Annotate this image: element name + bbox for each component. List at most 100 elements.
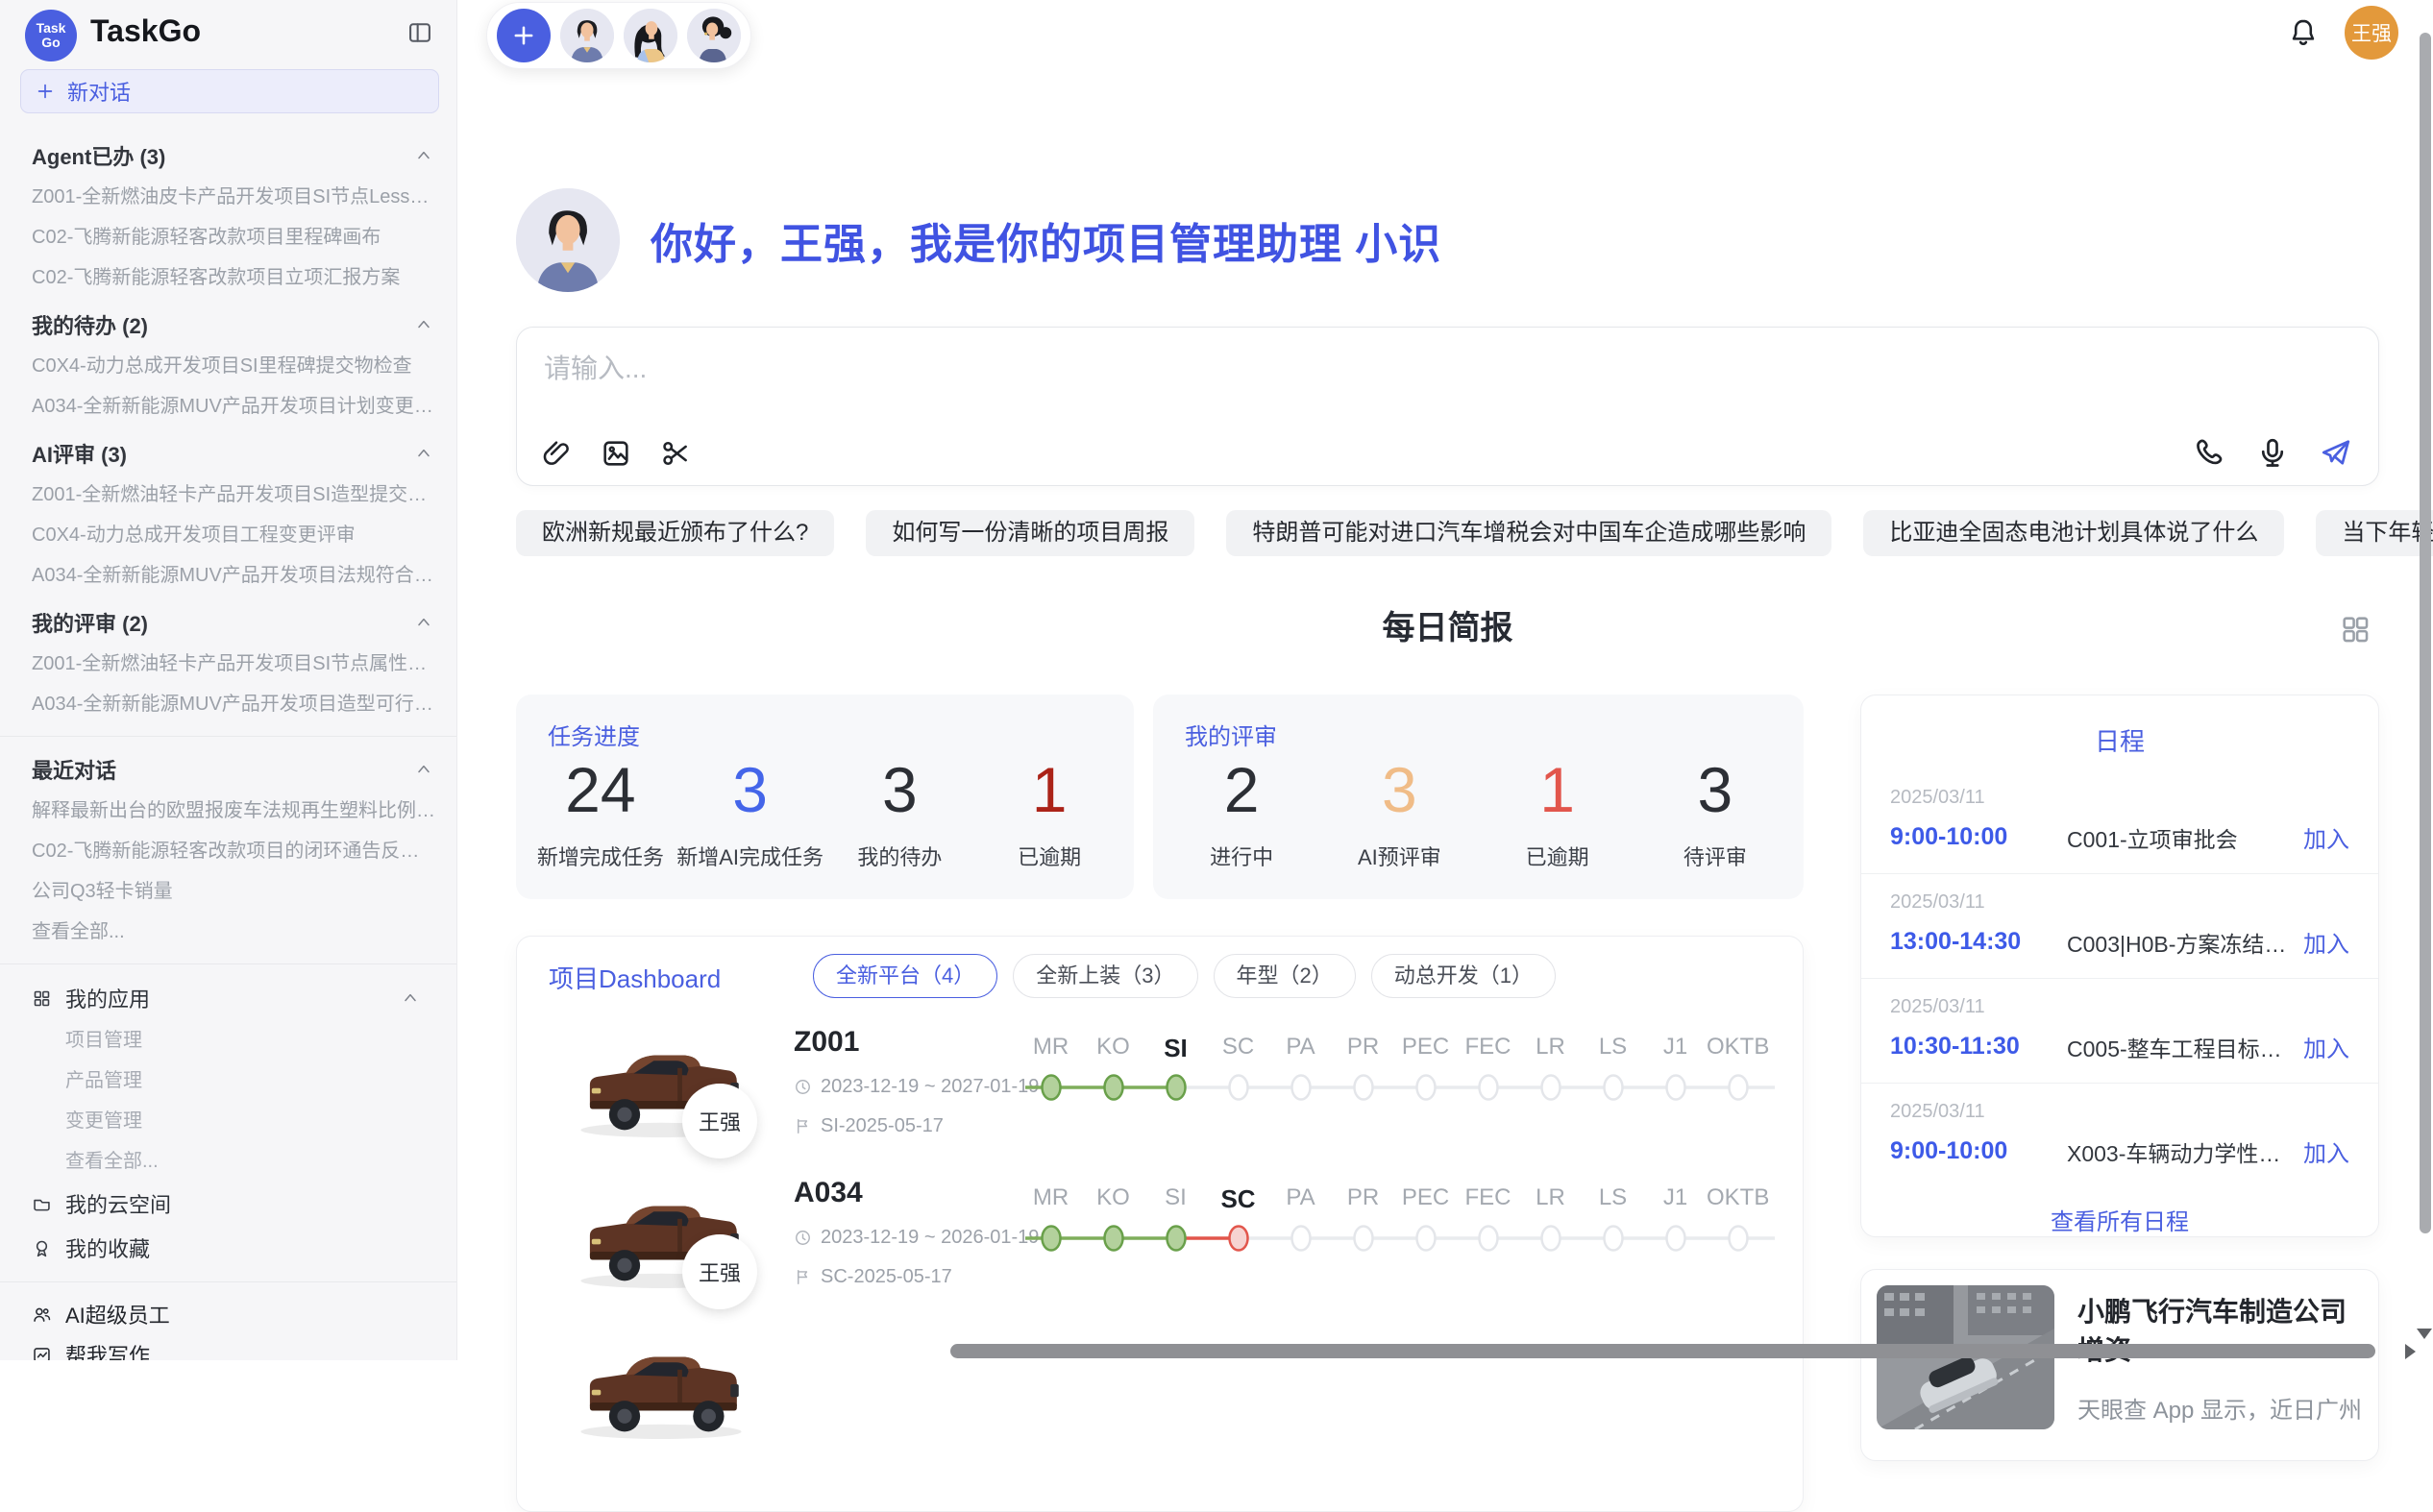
stat-label: 已逾期 [974, 841, 1124, 871]
daily-brief-title: 每日简报 [516, 603, 2379, 653]
join-meeting-link[interactable]: 加入 [2303, 925, 2349, 959]
section-header[interactable]: 我的待办 (2) [0, 304, 456, 346]
agent-avatar-1[interactable] [560, 9, 614, 62]
chevron-up-icon[interactable] [414, 613, 433, 632]
join-meeting-link[interactable]: 加入 [2303, 820, 2349, 854]
send-icon[interactable] [2319, 435, 2353, 470]
stat-label: 进行中 [1163, 841, 1320, 871]
scissors-icon[interactable] [659, 437, 692, 470]
notification-bell-icon[interactable] [2287, 16, 2320, 49]
my-cloud-item[interactable]: 我的云空间 [0, 1182, 456, 1226]
suggestion-chip[interactable]: 特朗普可能对进口汽车增税会对中国车企造成哪些影响 [1226, 510, 1831, 556]
truck-image [570, 1329, 752, 1454]
section-header[interactable]: Agent已办 (3) [0, 134, 456, 177]
stat-cell: 3我的待办 [825, 754, 975, 899]
chevron-up-icon[interactable] [414, 444, 433, 463]
suggestion-chip[interactable]: 如何写一份清晰的项目周报 [866, 510, 1194, 556]
sidebar-task-item[interactable]: Z001-全新燃油皮卡产品开发项目SI节点Lesson Learn报告 [0, 177, 456, 217]
project-flag-text: SI-2025-05-17 [821, 1115, 944, 1137]
recent-chats-header[interactable]: 最近对话 [0, 748, 456, 791]
phone-call-icon[interactable] [2192, 435, 2226, 470]
view-all-schedule-link[interactable]: 查看所有日程 [1861, 1203, 2378, 1236]
section-header[interactable]: 我的评审 (2) [0, 601, 456, 644]
sidebar-task-item[interactable]: Z001-全新燃油轻卡产品开发项目SI节点属性5D文件评审 [0, 644, 456, 684]
sidebar-task-item[interactable]: C02-飞腾新能源轻客改款项目立项汇报方案 [0, 257, 456, 298]
suggestion-chip[interactable]: 比亚迪全固态电池计划具体说了什么 [1863, 510, 2284, 556]
user-avatar[interactable]: 王强 [2345, 6, 2398, 60]
dashboard-tab[interactable]: 全新平台（4） [813, 954, 997, 998]
horizontal-scrollbar-thumb[interactable] [950, 1344, 2375, 1358]
milestone-label-PA: PA [1269, 1184, 1332, 1214]
stat-grid: 24新增完成任务3新增AI完成任务3我的待办1已逾期 [526, 754, 1124, 899]
milestone-label-PA: PA [1269, 1034, 1332, 1063]
chevron-up-icon[interactable] [414, 315, 433, 334]
app-sub-item[interactable]: 变更管理 [0, 1101, 456, 1141]
my-apps-header[interactable]: 我的应用 [0, 976, 456, 1020]
new-chat-button[interactable]: 新对话 [20, 69, 439, 113]
cloud-folder-icon [32, 1194, 52, 1214]
sidebar-task-item[interactable]: A034-全新新能源MUV产品开发项目法规符合性评审 [0, 555, 456, 596]
app-sub-item[interactable]: 查看全部... [0, 1141, 456, 1182]
section-header[interactable]: AI评审 (3) [0, 432, 456, 475]
section-label: 我的评审 (2) [32, 607, 414, 638]
sidebar-task-item[interactable]: C02-飞腾新能源轻客改款项目里程碑画布 [0, 217, 456, 257]
suggestion-chip[interactable]: 欧洲新规最近颁布了什么? [516, 510, 834, 556]
collapse-sidebar-icon[interactable] [406, 19, 433, 46]
tool-item-people-icon[interactable]: AI超级员工 [0, 1294, 456, 1334]
recent-chat-item[interactable]: 查看全部... [0, 912, 456, 952]
apps-grid-icon [32, 988, 52, 1009]
sidebar-task-item[interactable]: C0X4-动力总成开发项目工程变更评审 [0, 515, 456, 555]
my-favorites-item[interactable]: 我的收藏 [0, 1226, 456, 1270]
milestone-label-PEC: PEC [1394, 1034, 1457, 1063]
chevron-up-icon[interactable] [414, 760, 433, 779]
stat-cell: 3AI预评审 [1320, 754, 1478, 899]
recent-chat-item[interactable]: 解释最新出台的欧盟报废车法规再生塑料比例被调至15%... [0, 791, 456, 831]
agent-avatar-3[interactable] [687, 9, 741, 62]
stat-cell: 2 进行中 [1163, 754, 1320, 899]
sidebar: Task Go TaskGo 新对话 Agent已办 (3)Z001-全新燃油皮… [0, 0, 457, 1360]
join-meeting-link[interactable]: 加入 [2303, 1134, 2349, 1168]
recent-chat-item[interactable]: 公司Q3轻卡销量 [0, 871, 456, 912]
dashboard-tabs: 全新平台（4） 全新上装（3） 年型（2） 动总开发（1） [813, 954, 1556, 998]
dashboard-tab[interactable]: 动总开发（1） [1371, 954, 1556, 998]
scroll-right-arrow-icon[interactable] [2405, 1344, 2416, 1359]
sidebar-task-item[interactable]: A034-全新新能源MUV产品开发项目计划变更表编写 [0, 386, 456, 427]
chevron-up-icon[interactable] [414, 146, 433, 165]
chevron-up-icon[interactable] [401, 988, 420, 1008]
tool-item-writing-image-icon[interactable]: 帮我写作 [0, 1334, 456, 1360]
agent-avatar-2[interactable] [624, 9, 677, 62]
recent-chat-item[interactable]: C02-飞腾新能源轻客改款项目的闭环通告反馈情况 [0, 831, 456, 871]
image-icon[interactable] [600, 437, 632, 470]
vertical-scrollbar-thumb[interactable] [2420, 33, 2431, 1233]
milestone-label-FEC: FEC [1457, 1034, 1519, 1063]
sidebar-task-item[interactable]: Z001-全新燃油轻卡产品开发项目SI造型提交物评审 [0, 475, 456, 515]
project-code[interactable]: A034 [794, 1177, 1039, 1209]
stat-label: 新增AI完成任务 [676, 841, 825, 871]
news-card[interactable]: 小鹏飞行汽车制造公司增资 天眼查 App 显示，近日广州汇天飞行汽... [1860, 1269, 2379, 1461]
join-meeting-link[interactable]: 加入 [2303, 1030, 2349, 1063]
milestone-label-MR: MR [1020, 1184, 1082, 1214]
attachment-icon[interactable] [540, 437, 573, 470]
app-title: TaskGo [90, 13, 201, 49]
input-tools [540, 437, 692, 470]
schedule-name: C001-立项审批会 [2052, 821, 2290, 854]
suggestion-chip[interactable]: 当下年轻人对汽车外观有怎样的喜好趋势 [2316, 510, 2433, 556]
app-sub-item[interactable]: 产品管理 [0, 1061, 456, 1101]
layout-grid-icon[interactable] [2339, 613, 2372, 646]
project-code[interactable]: Z001 [794, 1026, 1039, 1059]
sidebar-task-item[interactable]: C0X4-动力总成开发项目SI里程碑提交物检查 [0, 346, 456, 386]
chat-input[interactable] [542, 347, 2353, 391]
horizontal-scrollbar[interactable] [943, 1344, 2391, 1358]
add-agent-button[interactable] [497, 9, 551, 62]
scroll-down-arrow-icon[interactable] [2417, 1329, 2432, 1339]
item-label: 我的云空间 [65, 1188, 433, 1219]
dashboard-tab[interactable]: 全新上装（3） [1013, 954, 1197, 998]
dashboard-tab[interactable]: 年型（2） [1214, 954, 1356, 998]
project-dates-text: 2023-12-19 ~ 2027-01-19 [821, 1076, 1039, 1098]
app-logo-line2: Go [41, 36, 60, 50]
app-sub-item[interactable]: 项目管理 [0, 1020, 456, 1061]
sidebar-task-item[interactable]: A034-全新新能源MUV产品开发项目造型可行性评审 [0, 684, 456, 724]
vertical-scrollbar[interactable] [2420, 0, 2431, 1360]
stat-value: 2 [1163, 754, 1320, 825]
microphone-icon[interactable] [2255, 435, 2290, 470]
